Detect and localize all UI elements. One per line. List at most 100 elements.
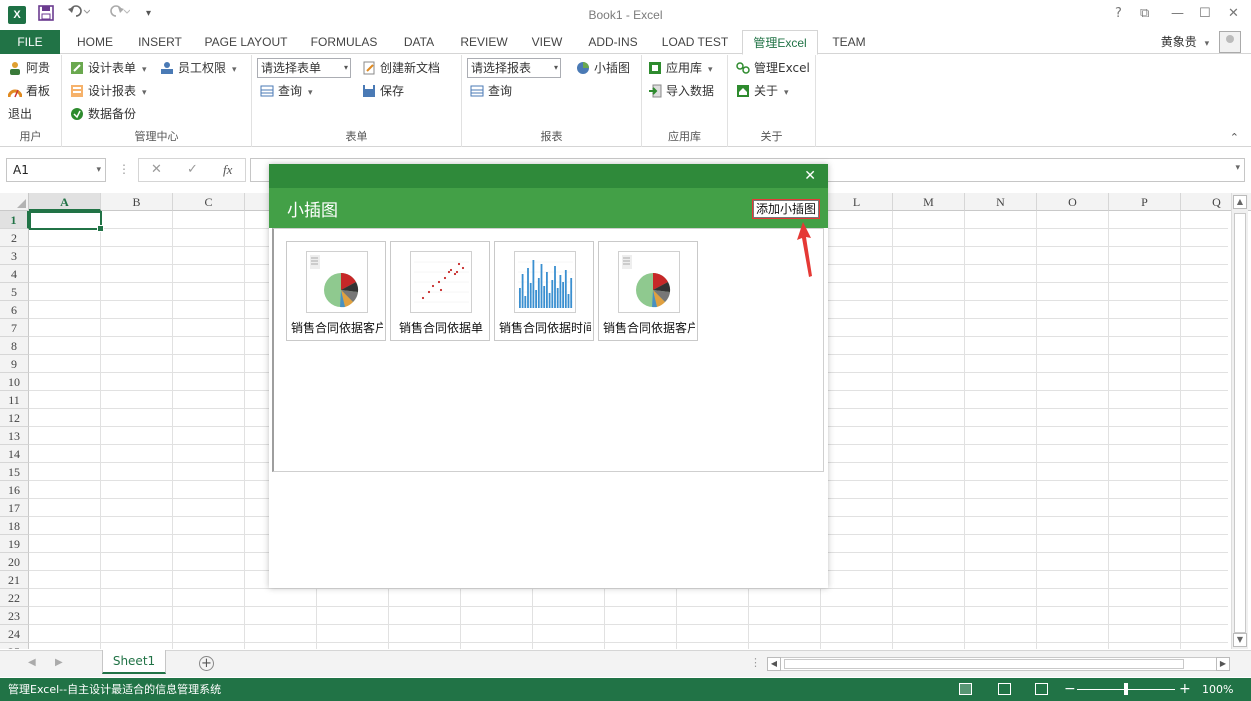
row-header[interactable]: 11 [0, 391, 29, 409]
formula-bar-grip[interactable]: ⋮ [118, 162, 130, 176]
column-header[interactable]: O [1037, 193, 1109, 211]
tab-file[interactable]: FILE [0, 30, 60, 54]
row-header[interactable]: 21 [0, 571, 29, 589]
tab-insert[interactable]: INSERT [132, 30, 188, 54]
minimize-icon[interactable]: — [1171, 6, 1184, 21]
insert-function-icon[interactable]: fx [223, 159, 232, 181]
tab-load-test[interactable]: LOAD TEST [658, 30, 732, 54]
data-backup-button[interactable]: 数据备份 [70, 104, 136, 124]
import-data-button[interactable]: 导入数据 [648, 81, 714, 101]
row-header[interactable]: 23 [0, 607, 29, 625]
dashboard-button[interactable]: 看板 [7, 81, 50, 101]
active-cell-a1[interactable] [29, 211, 104, 232]
select-report-dropdown[interactable]: 请选择报表 ▾ [467, 58, 561, 78]
tab-split-handle[interactable]: ⋮ [750, 656, 761, 669]
add-sheet-icon[interactable]: + [199, 656, 214, 671]
select-form-dropdown[interactable]: 请选择表单 ▾ [257, 58, 351, 78]
row-header[interactable]: 17 [0, 499, 29, 517]
save-form-button[interactable]: 保存 [362, 81, 404, 101]
column-header[interactable]: A [29, 193, 101, 211]
horizontal-scroll-thumb[interactable] [784, 659, 1184, 669]
tab-manage-excel[interactable]: 管理Excel [742, 30, 818, 55]
zoom-in-icon[interactable]: + [1179, 678, 1191, 701]
logout-button[interactable]: 退出 [8, 104, 32, 124]
row-header[interactable]: 6 [0, 301, 29, 319]
row-header[interactable]: 5 [0, 283, 29, 301]
name-box[interactable]: A1 ▾ [6, 158, 106, 182]
row-header[interactable]: 18 [0, 517, 29, 535]
row-header[interactable]: 19 [0, 535, 29, 553]
design-sheet-button[interactable]: 设计表单 ▾ [70, 58, 147, 78]
report-query-button[interactable]: 查询 [470, 81, 512, 101]
app-library-button[interactable]: 应用库 ▾ [648, 58, 713, 78]
row-header[interactable]: 4 [0, 265, 29, 283]
maximize-icon[interactable]: ☐ [1199, 6, 1211, 21]
row-header[interactable]: 13 [0, 427, 29, 445]
page-layout-view-icon[interactable] [998, 683, 1011, 695]
collapse-ribbon-icon[interactable]: ⌃ [1230, 131, 1239, 144]
design-report-button[interactable]: 设计报表 ▾ [70, 81, 147, 101]
scroll-up-icon[interactable]: ▲ [1233, 195, 1247, 209]
normal-view-icon[interactable] [959, 683, 972, 695]
row-header[interactable]: 22 [0, 589, 29, 607]
column-header[interactable]: L [821, 193, 893, 211]
tab-team[interactable]: TEAM [826, 30, 872, 54]
scroll-down-icon[interactable]: ▼ [1233, 633, 1247, 647]
row-header[interactable]: 8 [0, 337, 29, 355]
staff-permission-button[interactable]: 员工权限 ▾ [160, 58, 237, 78]
mini-chart-thumbnail[interactable]: 销售合同依据单 [390, 241, 490, 341]
prev-sheet-icon[interactable]: ◀ [28, 657, 36, 668]
row-header[interactable]: 16 [0, 481, 29, 499]
select-all-button[interactable] [0, 193, 29, 211]
row-header[interactable]: 10 [0, 373, 29, 391]
form-query-button[interactable]: 查询 ▾ [260, 81, 313, 101]
mini-chart-thumbnail[interactable]: 销售合同依据客户 [286, 241, 386, 341]
row-header[interactable]: 2 [0, 229, 29, 247]
next-sheet-icon[interactable]: ▶ [55, 657, 63, 668]
user-aguei-button[interactable]: 阿贵 [8, 58, 50, 78]
tab-add-ins[interactable]: ADD-INS [581, 30, 645, 54]
tab-review[interactable]: REVIEW [455, 30, 513, 54]
zoom-level[interactable]: 100% [1202, 678, 1233, 701]
row-header[interactable]: 20 [0, 553, 29, 571]
close-icon[interactable]: ✕ [804, 166, 816, 186]
scroll-left-icon[interactable]: ◀ [767, 657, 781, 671]
row-header[interactable]: 3 [0, 247, 29, 265]
cancel-entry-icon[interactable]: ✕ [151, 159, 162, 181]
column-header[interactable]: B [101, 193, 173, 211]
row-header[interactable]: 15 [0, 463, 29, 481]
add-mini-chart-button[interactable]: 添加小插图 [752, 199, 821, 219]
create-document-button[interactable]: 创建新文档 [362, 58, 440, 78]
scroll-right-icon[interactable]: ▶ [1216, 657, 1230, 671]
tab-formulas[interactable]: FORMULAS [305, 30, 383, 54]
mini-chart-thumbnail[interactable]: 销售合同依据客户 [598, 241, 698, 341]
tab-page-layout[interactable]: PAGE LAYOUT [200, 30, 292, 54]
column-header[interactable]: N [965, 193, 1037, 211]
about-button[interactable]: 关于 ▾ [736, 81, 789, 101]
mini-chart-button[interactable]: 小插图 [576, 58, 630, 78]
ribbon-display-options-icon[interactable]: ⧉ [1140, 6, 1149, 21]
row-header[interactable]: 1 [0, 211, 29, 229]
tab-home[interactable]: HOME [70, 30, 120, 54]
confirm-entry-icon[interactable]: ✓ [187, 159, 198, 181]
column-header[interactable]: M [893, 193, 965, 211]
row-header[interactable]: 24 [0, 625, 29, 643]
vertical-scroll-thumb[interactable] [1234, 213, 1246, 633]
tab-data[interactable]: DATA [396, 30, 442, 54]
help-icon[interactable]: ? [1115, 6, 1122, 21]
vertical-scrollbar[interactable]: ▲ ▼ [1231, 193, 1248, 649]
row-header[interactable]: 9 [0, 355, 29, 373]
sheet-tab-sheet1[interactable]: Sheet1 [102, 650, 166, 674]
column-header[interactable]: P [1109, 193, 1181, 211]
manage-excel-button[interactable]: 管理Excel [736, 58, 810, 78]
zoom-out-icon[interactable]: − [1064, 678, 1076, 701]
expand-formula-bar-icon[interactable]: ▾ [1235, 163, 1240, 173]
page-break-view-icon[interactable] [1035, 683, 1048, 695]
zoom-slider-thumb[interactable] [1124, 683, 1128, 695]
mini-chart-thumbnail[interactable]: 销售合同依据时间 [494, 241, 594, 341]
row-header[interactable]: 12 [0, 409, 29, 427]
horizontal-scrollbar[interactable]: ◀ ▶ [767, 657, 1230, 671]
row-header[interactable]: 25 [0, 643, 29, 649]
tab-view[interactable]: VIEW [526, 30, 568, 54]
row-header[interactable]: 7 [0, 319, 29, 337]
